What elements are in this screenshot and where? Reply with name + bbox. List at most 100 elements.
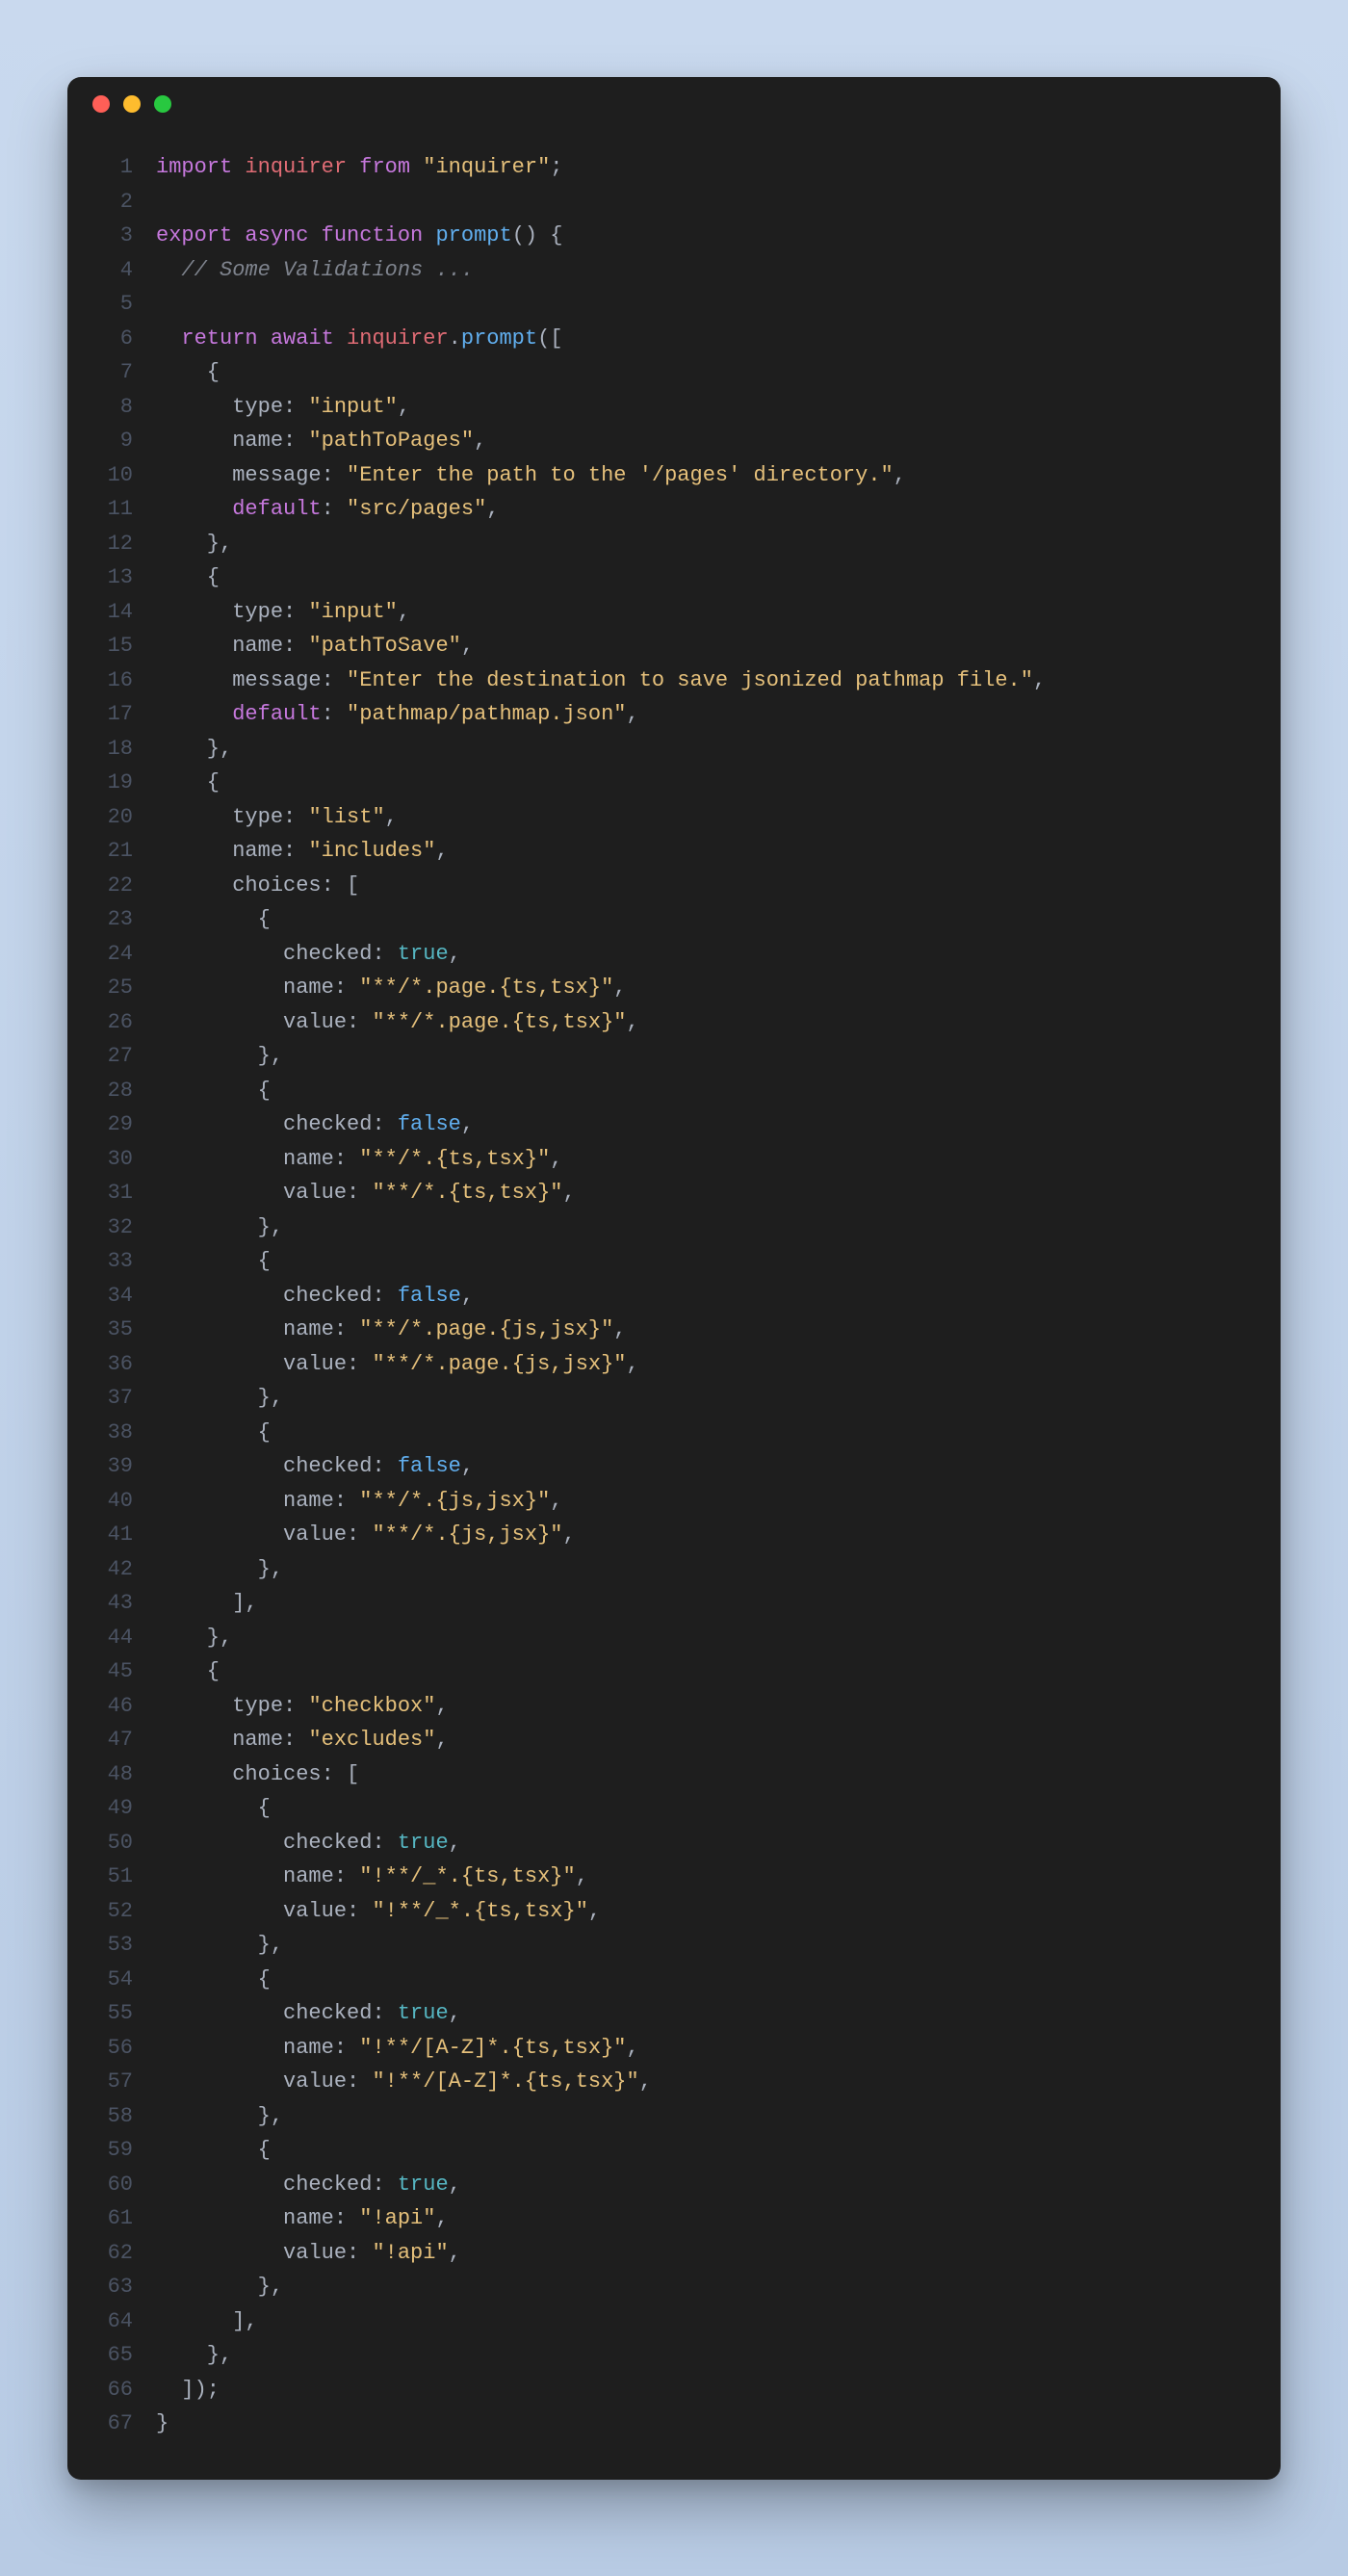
line-number: 45 xyxy=(87,1654,133,1689)
code-token: { xyxy=(156,1249,271,1273)
close-icon[interactable] xyxy=(92,95,110,113)
code-token xyxy=(156,1728,232,1752)
code-token: "src/pages" xyxy=(347,497,486,521)
line-number: 51 xyxy=(87,1860,133,1894)
line-number: 62 xyxy=(87,2236,133,2271)
line-number: 42 xyxy=(87,1552,133,1587)
line-number: 48 xyxy=(87,1757,133,1792)
code-token: : xyxy=(347,1522,372,1547)
line-number: 3 xyxy=(87,219,133,253)
code-token: , xyxy=(449,2173,461,2197)
code-line: message: "Enter the destination to save … xyxy=(156,664,1252,698)
code-token: true xyxy=(398,2173,449,2197)
code-line: choices: [ xyxy=(156,1757,1252,1792)
code-line: { xyxy=(156,766,1252,800)
line-number: 19 xyxy=(87,766,133,800)
code-token: , xyxy=(894,463,906,487)
code-line: value: "!**/[A-Z]*.{ts,tsx}", xyxy=(156,2065,1252,2099)
code-token: , xyxy=(627,1352,639,1376)
code-token: , xyxy=(449,1831,461,1855)
code-token: false xyxy=(398,1284,461,1308)
code-token: name xyxy=(283,2206,334,2230)
line-number: 30 xyxy=(87,1142,133,1177)
code-token: : xyxy=(372,2001,397,2025)
code-token xyxy=(156,2173,283,2197)
code-token: }, xyxy=(156,532,232,556)
code-line: // Some Validations ... xyxy=(156,253,1252,288)
code-line: } xyxy=(156,2407,1252,2441)
code-line: message: "Enter the path to the '/pages'… xyxy=(156,458,1252,493)
code-line: name: "**/*.page.{js,jsx}", xyxy=(156,1313,1252,1347)
line-number: 28 xyxy=(87,1074,133,1108)
code-token: , xyxy=(550,1147,562,1171)
code-line: { xyxy=(156,902,1252,937)
code-token: ]); xyxy=(156,2378,220,2402)
code-token: choices xyxy=(232,873,321,898)
code-token xyxy=(156,1284,283,1308)
code-token xyxy=(156,1147,283,1171)
code-token: from xyxy=(359,155,423,179)
code-token: { xyxy=(156,1967,271,1991)
code-line: { xyxy=(156,560,1252,595)
line-number: 20 xyxy=(87,800,133,835)
code-token: : xyxy=(334,1864,359,1888)
code-token: , xyxy=(639,2069,652,2094)
code-token: false xyxy=(398,1454,461,1478)
code-token: { xyxy=(156,2138,271,2162)
code-token: value xyxy=(283,1181,347,1205)
code-token: "!api" xyxy=(359,2206,435,2230)
zoom-icon[interactable] xyxy=(154,95,171,113)
code-line: name: "**/*.{js,jsx}", xyxy=(156,1484,1252,1519)
line-number: 5 xyxy=(87,287,133,322)
minimize-icon[interactable] xyxy=(123,95,141,113)
code-line: value: "**/*.page.{ts,tsx}", xyxy=(156,1005,1252,1040)
line-number: 8 xyxy=(87,390,133,425)
code-token: "input" xyxy=(308,395,397,419)
code-token: , xyxy=(385,805,398,829)
code-content: import inquirer from "inquirer"; export … xyxy=(156,150,1252,2441)
code-token: "inquirer" xyxy=(423,155,550,179)
line-number: 10 xyxy=(87,458,133,493)
code-token: , xyxy=(449,942,461,966)
code-token: ; xyxy=(550,155,562,179)
code-token: : xyxy=(334,976,359,1000)
code-token: value xyxy=(283,1352,347,1376)
code-token: name xyxy=(283,976,334,1000)
line-number: 47 xyxy=(87,1723,133,1757)
line-number: 14 xyxy=(87,595,133,630)
code-token: { xyxy=(156,360,220,384)
code-token: "**/*.page.{js,jsx}" xyxy=(372,1352,626,1376)
code-token: "includes" xyxy=(308,839,435,863)
code-token: "checkbox" xyxy=(308,1694,435,1718)
stage: 1234567891011121314151617181920212223242… xyxy=(0,0,1348,2576)
code-token xyxy=(156,2036,283,2060)
code-token xyxy=(156,2069,283,2094)
line-number: 24 xyxy=(87,937,133,972)
code-token: value xyxy=(283,2069,347,2094)
code-token: , xyxy=(435,839,448,863)
code-line: export async function prompt() { xyxy=(156,219,1252,253)
code-token: import xyxy=(156,155,245,179)
code-token: ([ xyxy=(537,326,562,351)
code-line: }, xyxy=(156,1210,1252,1245)
code-token: "excludes" xyxy=(308,1728,435,1752)
line-number: 63 xyxy=(87,2270,133,2304)
code-token: : xyxy=(334,1489,359,1513)
line-number: 21 xyxy=(87,834,133,869)
code-token: ], xyxy=(156,2309,258,2333)
line-number: 46 xyxy=(87,1689,133,1724)
code-line: name: "pathToSave", xyxy=(156,629,1252,664)
code-token: , xyxy=(613,976,626,1000)
code-token xyxy=(156,805,232,829)
code-line: { xyxy=(156,1074,1252,1108)
code-token: : xyxy=(283,1694,308,1718)
code-token: : xyxy=(283,1728,308,1752)
code-token: , xyxy=(398,600,410,624)
code-token xyxy=(156,1010,283,1034)
code-token: : xyxy=(334,2206,359,2230)
code-token: value xyxy=(283,1010,347,1034)
code-token: }, xyxy=(156,2275,283,2299)
line-number: 16 xyxy=(87,664,133,698)
code-token xyxy=(156,1522,283,1547)
code-token: } xyxy=(156,2411,168,2435)
